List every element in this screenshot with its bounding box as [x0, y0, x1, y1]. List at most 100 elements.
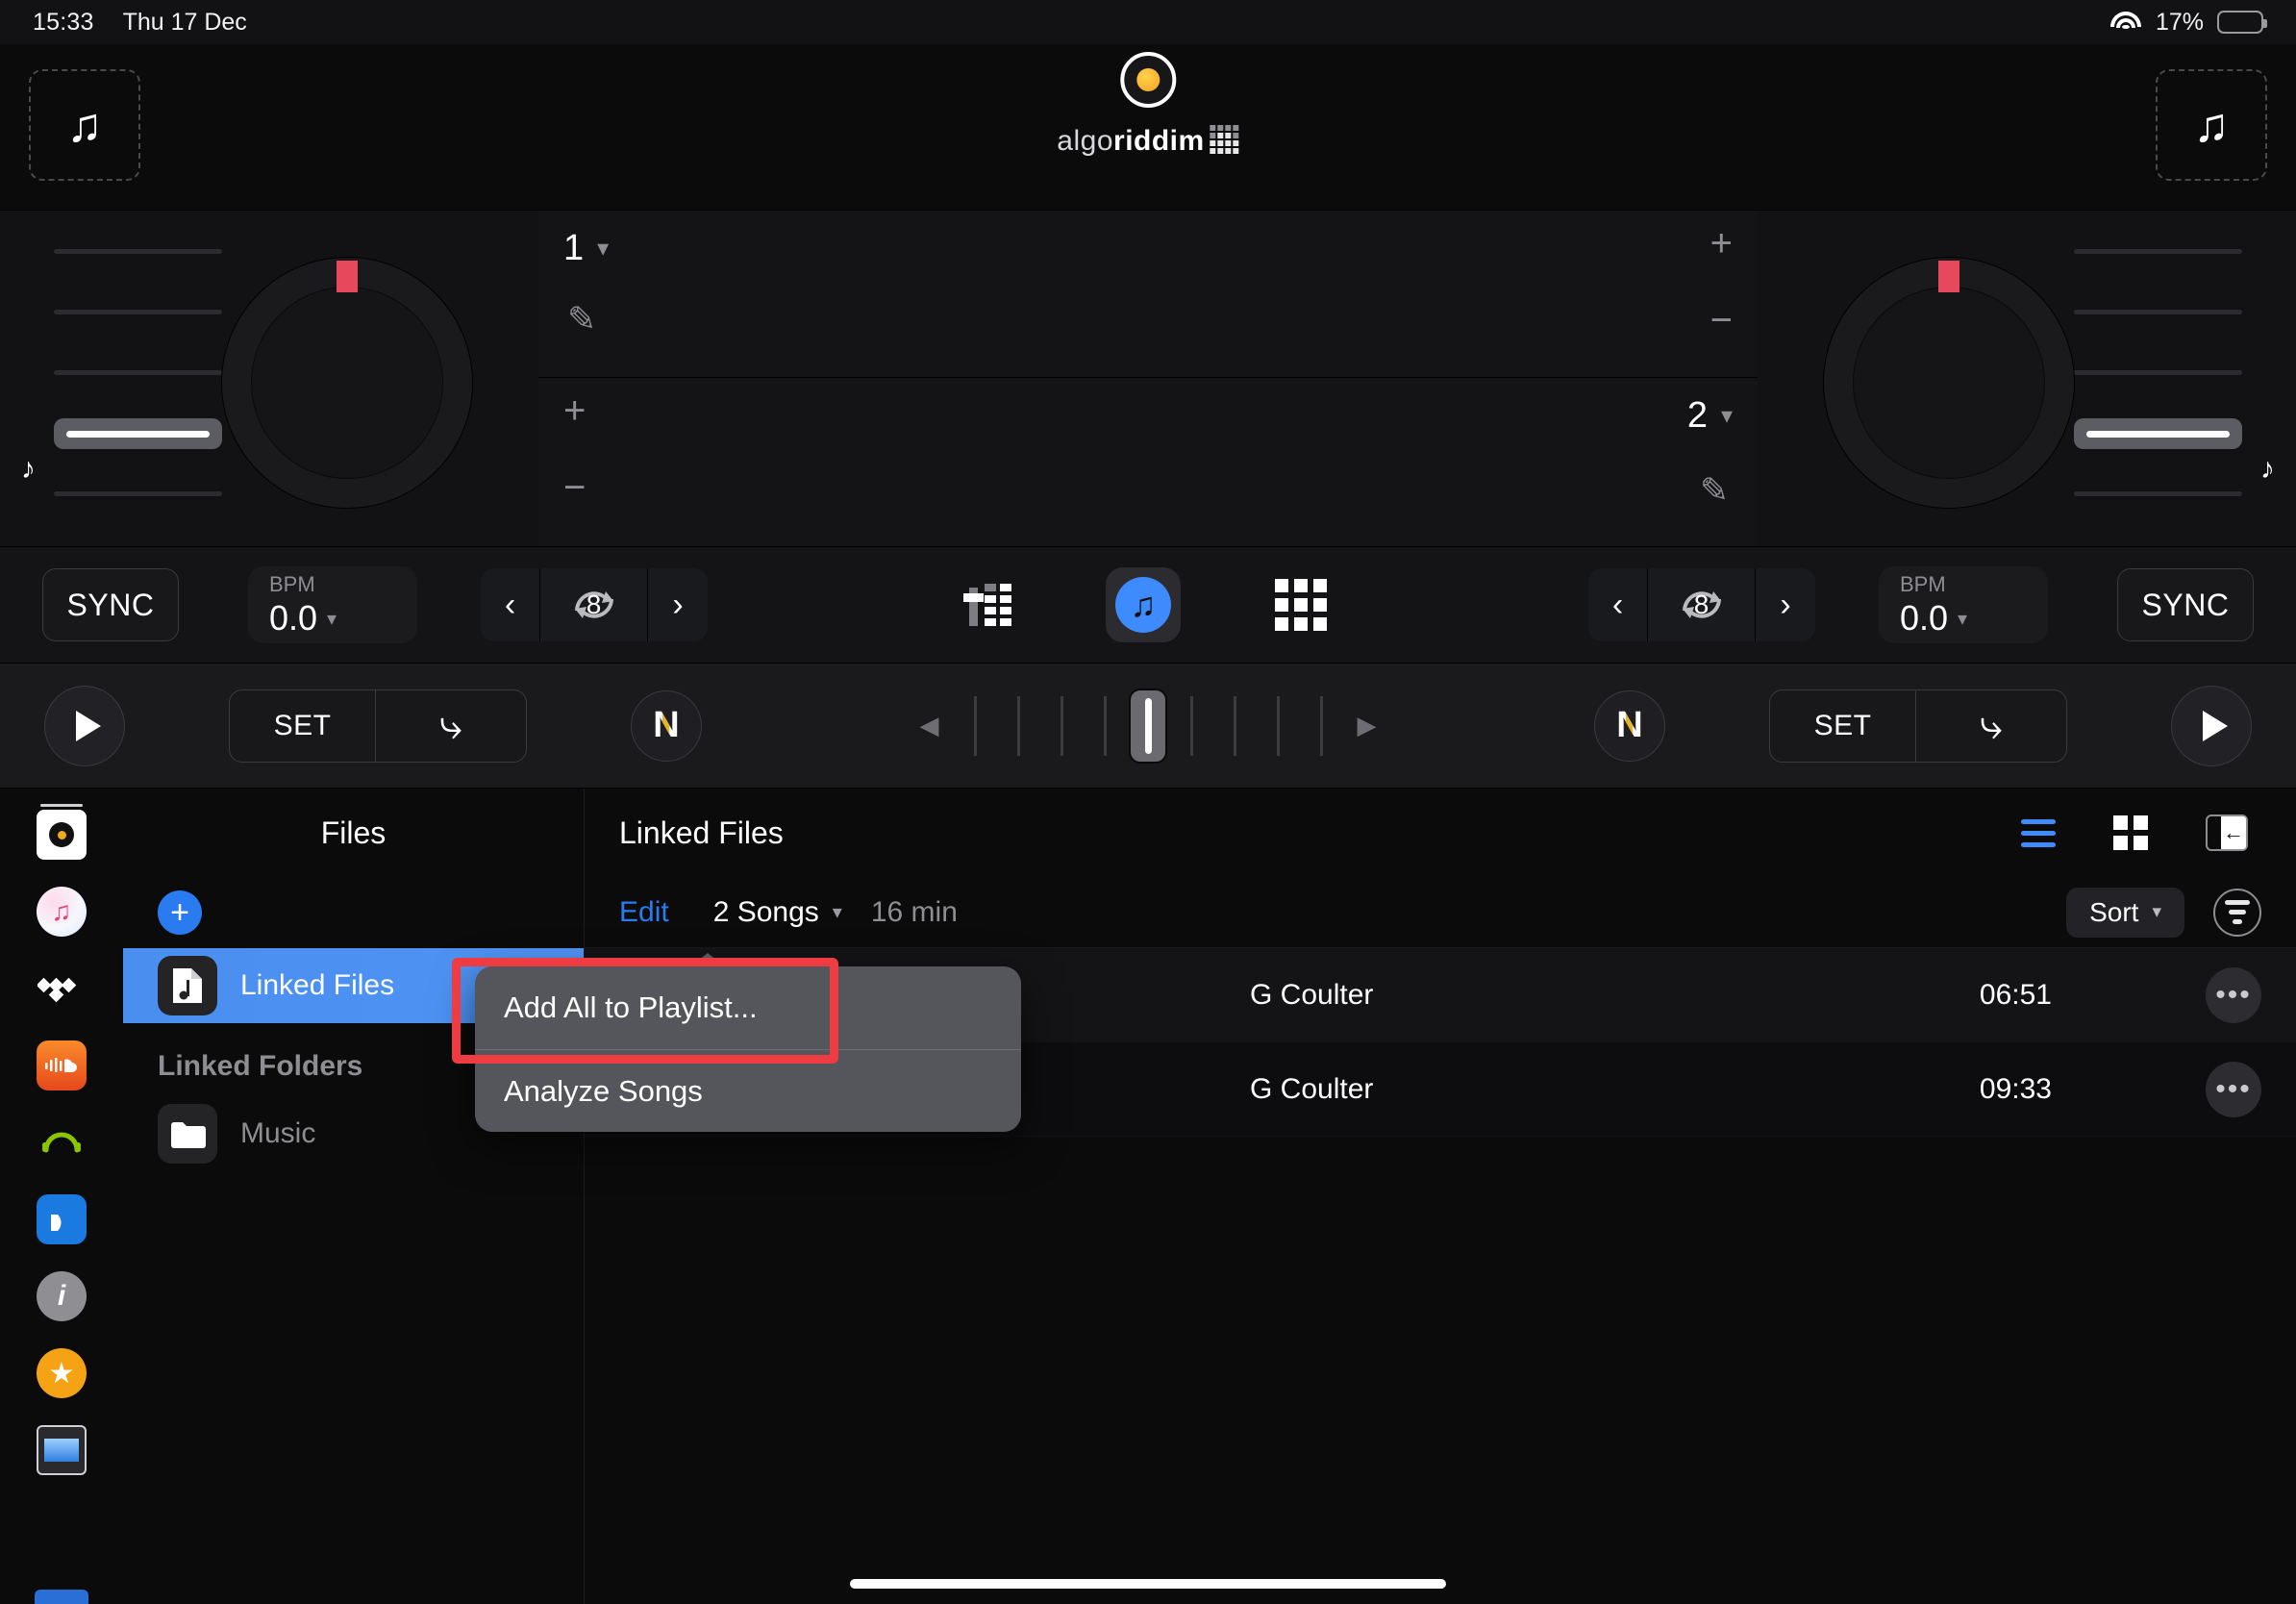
rail-active-indicator[interactable]	[35, 1590, 88, 1604]
content-subtoolbar: Edit 2 Songs ▾ 16 min Sort ▾	[585, 877, 2296, 948]
right-jog-knob[interactable]	[1823, 257, 2075, 509]
left-bpm-value: 0.0	[269, 598, 318, 638]
music-note-icon: ♪	[21, 453, 36, 485]
grid-view-icon[interactable]	[2113, 815, 2148, 850]
right-loop-length-button[interactable]: 8	[1648, 568, 1756, 641]
play-icon	[2202, 710, 2228, 741]
sort-filter-controls: Sort ▾	[2066, 887, 2261, 938]
library-view-button[interactable]: ♫	[1106, 567, 1181, 642]
status-time: 15:33	[33, 8, 94, 36]
track-more-button[interactable]: •••	[2206, 1061, 2261, 1117]
song-count-dropdown[interactable]: 2 Songs ▾	[713, 896, 842, 929]
right-sync-button[interactable]: SYNC	[2117, 568, 2254, 641]
left-loop-length-button[interactable]: 8	[540, 568, 648, 641]
chevron-down-icon: ▾	[597, 236, 610, 262]
mixer-fader-icon[interactable]	[963, 584, 1011, 626]
rail-item-favorites[interactable]: ★	[35, 1346, 88, 1400]
wifi-icon	[2109, 10, 2142, 35]
crossfader-track[interactable]	[973, 688, 1323, 764]
right-set-button[interactable]: SET	[1770, 689, 1916, 762]
right-load-slot[interactable]: ♫	[2156, 69, 2267, 181]
library-icon	[37, 804, 87, 860]
left-loop-next-button[interactable]: ›	[648, 568, 708, 641]
filter-icon[interactable]	[2213, 888, 2261, 937]
right-neural-mix-button[interactable]: NN	[1594, 689, 1665, 762]
right-cue-group: SET ⤷	[1769, 689, 2067, 763]
sidebar-title: Files	[320, 815, 387, 850]
track-more-button[interactable]: •••	[2206, 966, 2261, 1023]
left-bpm-label: BPM	[269, 572, 315, 596]
context-menu: Add All to Playlist... Analyze Songs	[475, 953, 1021, 1132]
app-logo: algoriddim	[1057, 52, 1239, 158]
right-loop-prev-button[interactable]: ‹	[1588, 568, 1648, 641]
total-duration: 16 min	[870, 895, 958, 928]
left-cue-group: SET ⤷	[229, 689, 527, 763]
crossfader-handle[interactable]	[1129, 688, 1167, 764]
rail-item-info[interactable]: i	[35, 1269, 88, 1323]
left-set-button[interactable]: SET	[230, 689, 376, 762]
crossfader[interactable]: ◀ ▶	[702, 688, 1594, 764]
edit-button[interactable]: Edit	[619, 896, 669, 929]
right-play-button[interactable]	[2171, 685, 2252, 766]
chevron-down-icon: ▾	[327, 608, 337, 630]
deck1-number: 1	[563, 228, 585, 268]
deck1-plus-button[interactable]: +	[1710, 222, 1733, 265]
right-loop-next-button[interactable]: ›	[1756, 568, 1815, 641]
deck-left-controls: ♪	[0, 211, 538, 617]
list-view-icon[interactable]	[2021, 818, 2056, 847]
rail-item-soundcloud[interactable]	[35, 1039, 88, 1092]
center-view-switcher: ♫	[963, 567, 1327, 642]
left-cue-jump-icon[interactable]: ⤷	[376, 690, 526, 762]
brand-grid-icon	[1210, 125, 1239, 154]
track-duration: 09:33	[1979, 1072, 2052, 1105]
rail-item-tidal[interactable]	[35, 962, 88, 1015]
status-bar: 15:33 Thu 17 Dec 17%	[0, 0, 2296, 44]
view-controls: ←	[2021, 815, 2261, 851]
add-source-button[interactable]: +	[158, 890, 202, 935]
deck2-edit-pencil-icon[interactable]: ✎	[1700, 470, 1729, 511]
sort-label: Sort	[2089, 896, 2139, 927]
left-bpm-display[interactable]: BPM 0.0 ▾	[248, 566, 417, 643]
deck1-minus-button[interactable]: −	[1710, 299, 1733, 342]
rail-item-beatsource[interactable]	[35, 1115, 88, 1169]
file-music-icon	[158, 956, 217, 1015]
left-load-slot[interactable]: ♫	[29, 69, 140, 181]
brand-light: algo	[1057, 125, 1114, 157]
content-header: Linked Files ←	[585, 789, 2296, 877]
left-loop-beats: 8	[586, 589, 602, 619]
sort-button[interactable]: Sort ▾	[2066, 887, 2184, 938]
play-icon	[75, 710, 101, 741]
apple-music-icon: ♫	[37, 887, 87, 937]
battery-percent: 17%	[2155, 8, 2204, 36]
video-icon	[37, 1425, 87, 1475]
crossfader-left-arrow[interactable]: ◀	[920, 711, 939, 740]
chevron-down-icon: ▾	[1958, 608, 1968, 630]
sidebar-collapse-icon[interactable]: ←	[2206, 815, 2248, 851]
deck2-selector[interactable]: 2 ▾	[1687, 395, 1733, 437]
deck2-plus-button[interactable]: +	[563, 389, 586, 433]
deck-center-panel: 1 ▾ ✎ + − 2 ▾ ✎ + −	[538, 211, 1758, 547]
menu-item-add-all-to-playlist[interactable]: Add All to Playlist...	[475, 966, 1021, 1049]
grid-pads-icon[interactable]	[1275, 579, 1327, 631]
rail-item-apple-music[interactable]: ♫	[35, 885, 88, 939]
left-play-button[interactable]	[44, 685, 125, 766]
left-loop-prev-button[interactable]: ‹	[481, 568, 540, 641]
right-bpm-display[interactable]: BPM 0.0 ▾	[1879, 566, 2048, 643]
menu-item-analyze-songs[interactable]: Analyze Songs	[475, 1049, 1021, 1132]
rail-item-beatport[interactable]	[35, 1192, 88, 1246]
rail-item-video[interactable]	[35, 1423, 88, 1477]
right-bpm-value: 0.0	[1900, 598, 1949, 638]
left-neural-mix-button[interactable]: NN	[631, 689, 702, 762]
left-jog-knob[interactable]	[221, 257, 473, 509]
source-rail: ♫ i ★	[0, 789, 123, 1604]
djay-app-window: 15:33 Thu 17 Dec 17% ♫ algoriddim ♫ ♪ 1 …	[0, 0, 2296, 1604]
home-indicator	[850, 1579, 1446, 1589]
left-sync-button[interactable]: SYNC	[42, 568, 179, 641]
right-cue-jump-icon[interactable]: ⤷	[1916, 690, 2066, 762]
crossfader-right-arrow[interactable]: ▶	[1358, 711, 1377, 740]
deck1-edit-pencil-icon[interactable]: ✎	[567, 299, 596, 339]
soundcloud-icon	[37, 1040, 87, 1090]
deck2-minus-button[interactable]: −	[563, 466, 586, 510]
deck1-selector[interactable]: 1 ▾	[563, 228, 609, 269]
rail-item-library[interactable]	[35, 804, 88, 862]
